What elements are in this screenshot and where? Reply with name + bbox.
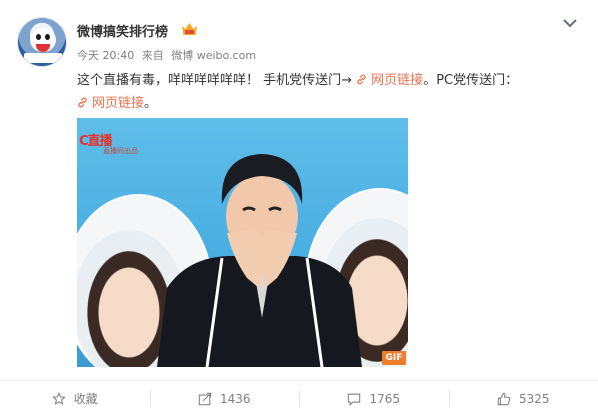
action-bar: 收藏 1436 1765 5325 xyxy=(0,381,598,416)
pc-web-link-label[interactable]: 网页链接 xyxy=(92,96,144,111)
post-meta: 今天 20:40 来自 微博 weibo.com xyxy=(77,47,256,63)
vip-icon[interactable] xyxy=(181,22,198,36)
post-text-part3: 。 xyxy=(144,96,158,111)
post-text-part1: 这个直播有毒，咩咩咩咩咩咩！ 手机党传送门→ xyxy=(77,73,353,88)
star-icon xyxy=(51,391,66,405)
avatar-eye-right xyxy=(45,34,50,40)
weibo-post-card: 微博搞笑排行榜 今天 20:40 来自 微博 weibo.com 这个直播有毒，… xyxy=(0,0,598,416)
author-name[interactable]: 微博搞笑排行榜 xyxy=(77,21,168,40)
like-button[interactable]: 5325 xyxy=(448,381,598,416)
mobile-web-link[interactable]: 网页链接 xyxy=(356,73,423,88)
comment-button[interactable]: 1765 xyxy=(299,381,449,416)
link-icon xyxy=(357,74,366,85)
thumbs-up-icon xyxy=(497,392,511,405)
avatar-tag xyxy=(24,53,62,63)
post-text: 这个直播有毒，咩咩咩咩咩咩！ 手机党传送门→ 网页链接。PC党传送门： 网页链接… xyxy=(77,69,582,115)
gif-watermark-sub: 直播间出品 xyxy=(103,147,138,155)
post-time[interactable]: 今天 20:40 xyxy=(77,49,134,62)
gif-badge: GIF xyxy=(382,351,406,365)
comment-icon xyxy=(348,393,361,406)
favorite-label: 收藏 xyxy=(73,392,98,406)
avatar-eye-left xyxy=(36,34,41,40)
repost-button[interactable]: 1436 xyxy=(149,381,300,416)
comment-count: 1765 xyxy=(369,391,401,406)
mobile-web-link-label[interactable]: 网页链接 xyxy=(371,73,423,88)
pc-web-link[interactable]: 网页链接 xyxy=(77,96,144,111)
post-source-prefix: 来自 xyxy=(141,49,164,62)
link-icon xyxy=(78,97,87,108)
gif-media[interactable]: C直播 直播间出品 GIF xyxy=(77,118,408,367)
author-avatar[interactable] xyxy=(17,17,67,67)
post-text-part2: 。PC党传送门： xyxy=(423,73,519,88)
host-figure xyxy=(157,154,362,367)
chevron-down-icon[interactable] xyxy=(562,17,578,29)
post-source[interactable]: 微博 weibo.com xyxy=(171,49,256,62)
favorite-button[interactable]: 收藏 xyxy=(0,381,150,416)
repost-count: 1436 xyxy=(219,391,251,406)
repost-icon xyxy=(198,392,212,405)
like-count: 5325 xyxy=(518,391,550,406)
